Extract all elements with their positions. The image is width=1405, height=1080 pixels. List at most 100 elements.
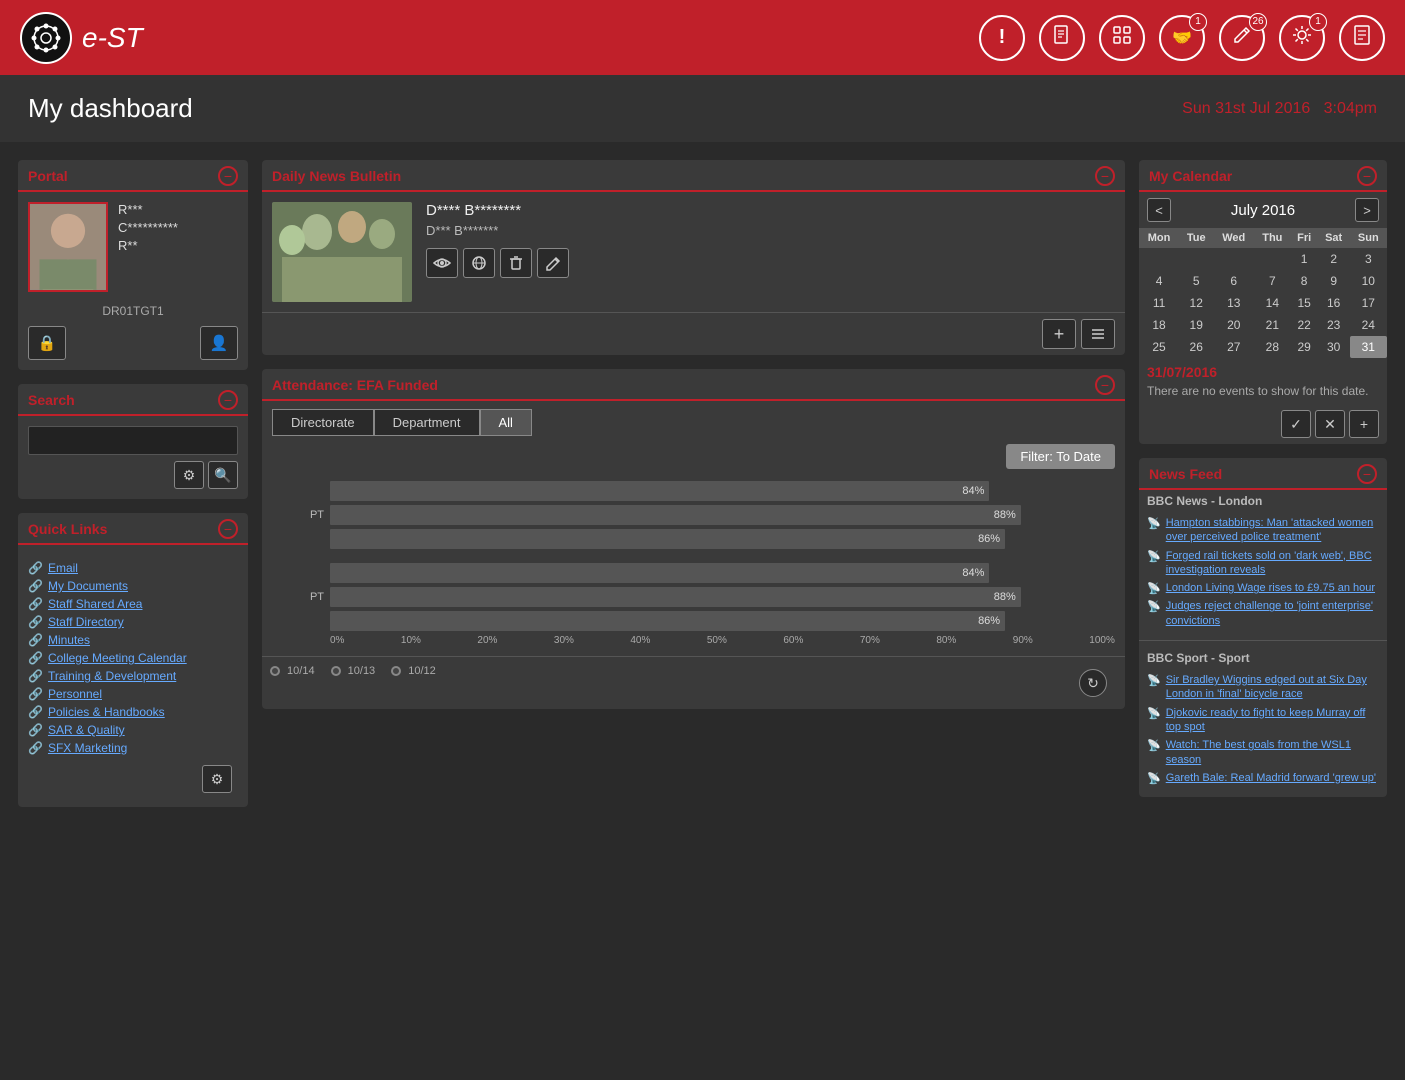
- minutes-link[interactable]: Minutes: [48, 633, 90, 647]
- cal-cell[interactable]: [1139, 248, 1179, 270]
- college-meeting-calendar-link[interactable]: College Meeting Calendar: [48, 651, 187, 665]
- cal-cell[interactable]: [1213, 248, 1254, 270]
- feed-icon: 📡: [1147, 772, 1161, 785]
- news-feed-item: 📡 Sir Bradley Wiggins edged out at Six D…: [1139, 671, 1387, 704]
- cal-cell[interactable]: 19: [1179, 314, 1213, 336]
- link-icon: 🔗: [28, 723, 43, 737]
- cal-cell[interactable]: 7: [1254, 270, 1290, 292]
- daily-news-collapse-btn[interactable]: −: [1095, 166, 1115, 186]
- feed-link[interactable]: London Living Wage rises to £9.75 an hou…: [1166, 581, 1375, 595]
- cal-cell[interactable]: 21: [1254, 314, 1290, 336]
- list-item: 🔗 SAR & Quality: [28, 721, 238, 739]
- handshake-icon-btn[interactable]: 1 🤝: [1159, 15, 1205, 61]
- quick-links-collapse-btn[interactable]: −: [218, 519, 238, 539]
- search-collapse-btn[interactable]: −: [218, 390, 238, 410]
- cal-cell[interactable]: 16: [1318, 292, 1350, 314]
- cal-cell[interactable]: 10: [1350, 270, 1387, 292]
- notes-icon-btn[interactable]: [1339, 15, 1385, 61]
- cal-cell[interactable]: 5: [1179, 270, 1213, 292]
- news-feed-source-bbc: BBC News - London: [1139, 490, 1387, 510]
- news-view-btn[interactable]: [426, 248, 458, 278]
- calendar-table: Mon Tue Wed Thu Fri Sat Sun: [1139, 228, 1387, 358]
- email-link[interactable]: Email: [48, 561, 78, 575]
- cal-cell[interactable]: 28: [1254, 336, 1290, 358]
- cal-cell-today[interactable]: 31: [1350, 336, 1387, 358]
- search-go-btn[interactable]: 🔍: [208, 461, 238, 489]
- cal-cell[interactable]: 3: [1350, 248, 1387, 270]
- cal-cell[interactable]: 30: [1318, 336, 1350, 358]
- sfx-marketing-link[interactable]: SFX Marketing: [48, 741, 127, 755]
- cal-cell[interactable]: [1254, 248, 1290, 270]
- cal-cell[interactable]: 25: [1139, 336, 1179, 358]
- cal-next-btn[interactable]: >: [1355, 198, 1379, 222]
- cal-cell[interactable]: 1: [1291, 248, 1318, 270]
- cal-cell[interactable]: 15: [1291, 292, 1318, 314]
- cal-cell[interactable]: 13: [1213, 292, 1254, 314]
- training-development-link[interactable]: Training & Development: [48, 669, 176, 683]
- cal-cell[interactable]: 14: [1254, 292, 1290, 314]
- policies-handbooks-link[interactable]: Policies & Handbooks: [48, 705, 165, 719]
- grid-icon-btn[interactable]: [1099, 15, 1145, 61]
- cal-cell[interactable]: 23: [1318, 314, 1350, 336]
- news-edit-btn[interactable]: [537, 248, 569, 278]
- feed-link[interactable]: Sir Bradley Wiggins edged out at Six Day…: [1166, 673, 1379, 702]
- feed-link[interactable]: Judges reject challenge to 'joint enterp…: [1166, 599, 1379, 628]
- staff-directory-link[interactable]: Staff Directory: [48, 615, 124, 629]
- tab-all[interactable]: All: [480, 409, 532, 436]
- cal-cell[interactable]: 20: [1213, 314, 1254, 336]
- cal-cell[interactable]: 27: [1213, 336, 1254, 358]
- ql-settings-btn[interactable]: ⚙: [202, 765, 232, 793]
- cal-cell[interactable]: 26: [1179, 336, 1213, 358]
- cal-cell[interactable]: 17: [1350, 292, 1387, 314]
- my-documents-link[interactable]: My Documents: [48, 579, 128, 593]
- sar-quality-link[interactable]: SAR & Quality: [48, 723, 125, 737]
- cal-cell[interactable]: 12: [1179, 292, 1213, 314]
- cal-cell[interactable]: 4: [1139, 270, 1179, 292]
- staff-shared-area-link[interactable]: Staff Shared Area: [48, 597, 143, 611]
- tab-department[interactable]: Department: [374, 409, 480, 436]
- alert-icon-btn[interactable]: !: [979, 15, 1025, 61]
- cal-prev-btn[interactable]: <: [1147, 198, 1171, 222]
- feed-link[interactable]: Forged rail tickets sold on 'dark web', …: [1166, 549, 1379, 578]
- legend-dot1: [270, 666, 280, 676]
- news-web-btn[interactable]: [463, 248, 495, 278]
- cal-cell[interactable]: 22: [1291, 314, 1318, 336]
- news-feed-item: 📡 Gareth Bale: Real Madrid forward 'grew…: [1139, 769, 1387, 787]
- news-add-btn[interactable]: +: [1042, 319, 1076, 349]
- cal-cell[interactable]: [1179, 248, 1213, 270]
- pencil-icon-btn[interactable]: 26: [1219, 15, 1265, 61]
- cal-check-btn[interactable]: ✓: [1281, 410, 1311, 438]
- news-delete-btn[interactable]: [500, 248, 532, 278]
- search-input[interactable]: [28, 426, 238, 455]
- tab-directorate[interactable]: Directorate: [272, 409, 374, 436]
- cal-cell[interactable]: 18: [1139, 314, 1179, 336]
- dash-year: 2016: [1270, 100, 1310, 117]
- attendance-collapse-btn[interactable]: −: [1095, 375, 1115, 395]
- chart-refresh-btn[interactable]: ↻: [1079, 669, 1107, 697]
- feed-link[interactable]: Hampton stabbings: Man 'attacked women o…: [1166, 516, 1379, 545]
- cal-cell[interactable]: 9: [1318, 270, 1350, 292]
- news-list-btn[interactable]: [1081, 319, 1115, 349]
- calendar-collapse-btn[interactable]: −: [1357, 166, 1377, 186]
- att-filter-btn[interactable]: Filter: To Date: [1006, 444, 1115, 469]
- personnel-link[interactable]: Personnel: [48, 687, 102, 701]
- cal-cell[interactable]: 8: [1291, 270, 1318, 292]
- portal-collapse-btn[interactable]: −: [218, 166, 238, 186]
- feed-link[interactable]: Watch: The best goals from the WSL1 seas…: [1166, 738, 1379, 767]
- portal-profile-btn[interactable]: 👤: [200, 326, 238, 360]
- news-feed-collapse-btn[interactable]: −: [1357, 464, 1377, 484]
- sun-icon-btn[interactable]: 1: [1279, 15, 1325, 61]
- search-settings-btn[interactable]: ⚙: [174, 461, 204, 489]
- cal-cell[interactable]: 2: [1318, 248, 1350, 270]
- cal-cell[interactable]: 6: [1213, 270, 1254, 292]
- feed-link[interactable]: Gareth Bale: Real Madrid forward 'grew u…: [1166, 771, 1376, 785]
- chart-bar-wrap: 86%: [330, 611, 1115, 631]
- cal-cell[interactable]: 11: [1139, 292, 1179, 314]
- cal-close-btn[interactable]: ✕: [1315, 410, 1345, 438]
- document-icon-btn[interactable]: [1039, 15, 1085, 61]
- portal-lock-btn[interactable]: 🔒: [28, 326, 66, 360]
- cal-cell[interactable]: 29: [1291, 336, 1318, 358]
- cal-add-btn[interactable]: +: [1349, 410, 1379, 438]
- feed-link[interactable]: Djokovic ready to fight to keep Murray o…: [1166, 706, 1379, 735]
- cal-cell[interactable]: 24: [1350, 314, 1387, 336]
